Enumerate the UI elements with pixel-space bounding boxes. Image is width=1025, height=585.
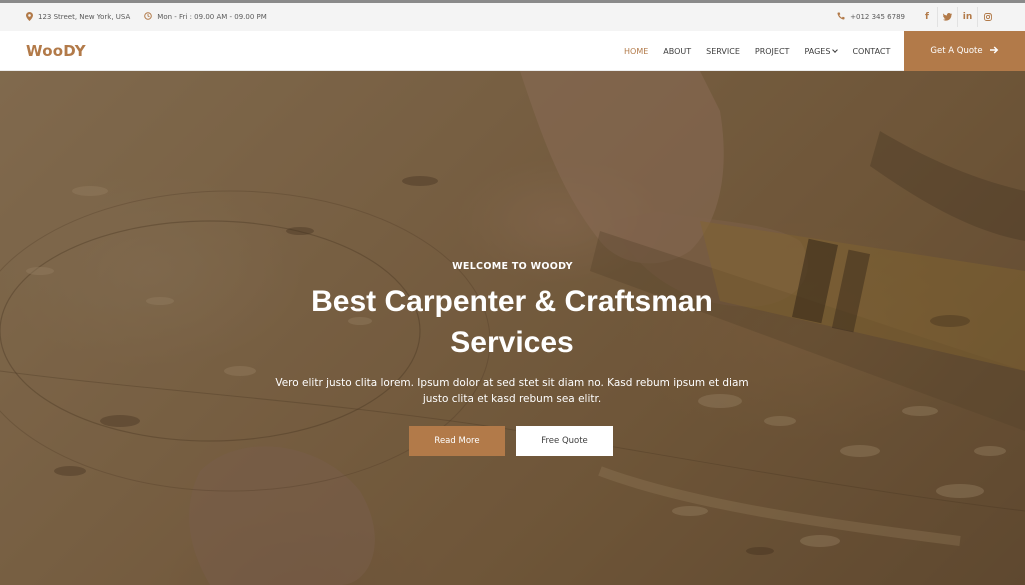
get-quote-button[interactable]: Get A Quote	[904, 31, 1025, 71]
map-marker-icon	[26, 11, 33, 23]
topbar-phone[interactable]: +012 345 6789	[837, 12, 905, 22]
phone-icon	[837, 12, 845, 22]
topbar-hours: Mon - Fri : 09.00 AM - 09.00 PM	[144, 12, 267, 22]
social-links: f in	[917, 7, 997, 27]
main-navbar: WooDY HOME ABOUT SERVICE PROJECT PAGES C…	[0, 31, 1025, 71]
topbar-hours-text: Mon - Fri : 09.00 AM - 09.00 PM	[157, 13, 267, 21]
hero-lead-text: Vero elitr justo clita lorem. Ipsum dolo…	[275, 377, 749, 405]
topbar-address-text: 123 Street, New York, USA	[38, 13, 131, 21]
nav-item-home[interactable]: HOME	[624, 47, 648, 56]
hero-content: WELCOME TO WOODY Best Carpenter & Crafts…	[0, 71, 1025, 585]
arrow-right-icon	[989, 45, 999, 57]
hero-headline: Best Carpenter & Craftsman Services	[311, 285, 713, 359]
linkedin-icon[interactable]: in	[957, 7, 977, 27]
nav-item-pages-label: PAGES	[804, 46, 831, 56]
topbar-right: +012 345 6789 f in	[837, 3, 997, 31]
twitter-icon[interactable]	[937, 7, 957, 27]
instagram-icon[interactable]	[977, 7, 997, 27]
free-quote-button[interactable]: Free Quote	[516, 426, 613, 456]
nav-item-pages[interactable]: PAGES	[804, 46, 839, 56]
nav-item-project[interactable]: PROJECT	[755, 47, 790, 56]
facebook-icon[interactable]: f	[917, 7, 937, 27]
brand-logo[interactable]: WooDY	[26, 31, 86, 71]
topbar-address: 123 Street, New York, USA	[26, 11, 131, 23]
topbar-phone-text: +012 345 6789	[850, 13, 905, 21]
chevron-down-icon	[832, 46, 839, 53]
nav-menu: HOME ABOUT SERVICE PROJECT PAGES CONTACT	[624, 31, 890, 71]
topbar-contact-info: 123 Street, New York, USA Mon - Fri : 09…	[26, 3, 267, 31]
clock-icon	[144, 12, 153, 22]
nav-item-about[interactable]: ABOUT	[663, 47, 691, 56]
hero-section: WELCOME TO WOODY Best Carpenter & Crafts…	[0, 71, 1025, 585]
topbar: 123 Street, New York, USA Mon - Fri : 09…	[0, 0, 1025, 31]
read-more-button[interactable]: Read More	[409, 426, 505, 456]
nav-item-service[interactable]: SERVICE	[706, 47, 740, 56]
nav-item-contact[interactable]: CONTACT	[852, 47, 890, 56]
hero-kicker: WELCOME TO WOODY	[452, 261, 573, 272]
get-quote-label: Get A Quote	[930, 46, 983, 56]
